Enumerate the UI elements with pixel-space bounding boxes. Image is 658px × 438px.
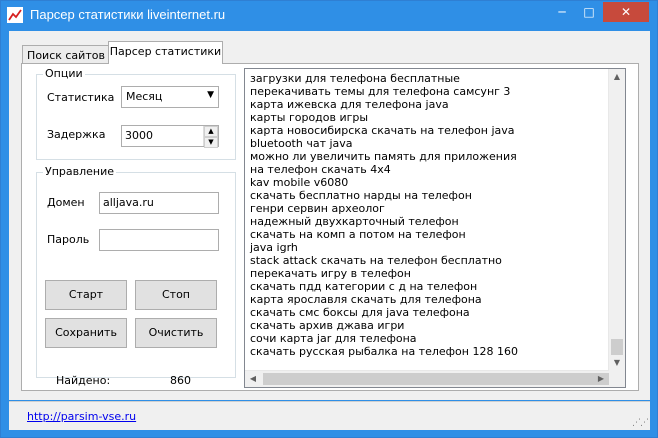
client-area: Поиск сайтов Парсер статистики Опции Ста… — [9, 31, 650, 400]
list-item[interactable]: скачать бесплатно нарды на телефон — [250, 189, 518, 202]
list-item[interactable]: bluetooth чат java — [250, 137, 518, 150]
chevron-down-icon: ▼ — [207, 90, 214, 100]
list-item[interactable]: карта ижевска для телефона java — [250, 98, 518, 111]
status-bar: http://parsim-vse.ru ⋰⋰ — [9, 401, 650, 430]
scroll-corner — [609, 371, 625, 387]
tab-search-sites[interactable]: Поиск сайтов — [22, 45, 110, 64]
list-item[interactable]: карта ярославля скачать для телефона — [250, 293, 518, 306]
found-label: Найдено: — [56, 374, 111, 387]
list-item[interactable]: генри сервин археолог — [250, 202, 518, 215]
maximize-button[interactable]: □ — [576, 2, 602, 22]
list-item[interactable]: stack attack скачать на телефон бесплатн… — [250, 254, 518, 267]
domain-label: Домен — [47, 196, 85, 209]
list-item[interactable]: загрузки для телефона бесплатные — [250, 72, 518, 85]
minimize-button[interactable]: ─ — [549, 2, 575, 22]
domain-value: alljava.ru — [103, 196, 154, 209]
tab-panel: Опции Статистика Месяц ▼ Задержка 3000 ▲… — [21, 63, 639, 391]
resize-grip-icon[interactable]: ⋰⋰ — [632, 418, 649, 428]
delay-stepper[interactable]: 3000 ▲ ▼ — [121, 125, 219, 148]
results-list[interactable]: загрузки для телефона бесплатные перекачи… — [244, 68, 626, 388]
window-title: Парсер статистики liveinternet.ru — [30, 7, 226, 22]
found-count: 860 — [170, 374, 191, 387]
caret-right-icon[interactable]: ▶ — [593, 371, 609, 387]
list-item[interactable]: скачать пдд категории с д на телефон — [250, 280, 518, 293]
caret-left-icon[interactable]: ◀ — [245, 371, 261, 387]
results-lines: загрузки для телефона бесплатные перекачи… — [250, 72, 518, 358]
vertical-scroll-thumb[interactable] — [611, 339, 623, 355]
delay-label: Задержка — [47, 128, 106, 141]
list-item[interactable]: перекачивать темы для телефона самсунг 3 — [250, 85, 518, 98]
password-label: Пароль — [47, 233, 90, 246]
chart-line-icon — [7, 7, 23, 23]
list-item[interactable]: надежный двухкарточный телефон — [250, 215, 518, 228]
list-item[interactable]: kav mobile v6080 — [250, 176, 518, 189]
title-bar[interactable]: Парсер статистики liveinternet.ru ─ □ ✕ — [1, 1, 657, 29]
list-item[interactable]: сочи карта jar для телефона — [250, 332, 518, 345]
control-legend: Управление — [43, 165, 117, 178]
close-button[interactable]: ✕ — [603, 2, 649, 22]
list-item[interactable]: карты городов игры — [250, 111, 518, 124]
stat-period-select[interactable]: Месяц ▼ — [121, 86, 219, 108]
delay-spinner: ▲ ▼ — [203, 126, 218, 148]
list-item[interactable]: на телефон скачать 4x4 — [250, 163, 518, 176]
options-legend: Опции — [43, 67, 85, 80]
options-group: Опции Статистика Месяц ▼ Задержка 3000 ▲… — [36, 67, 236, 160]
stop-button[interactable]: Стоп — [135, 280, 217, 310]
list-item[interactable]: скачать смс боксы для java телефона — [250, 306, 518, 319]
save-button[interactable]: Сохранить — [45, 318, 127, 348]
delay-value: 3000 — [125, 129, 153, 142]
tab-stats-parser[interactable]: Парсер статистики — [108, 41, 223, 64]
password-input[interactable] — [99, 229, 219, 251]
stat-label: Статистика — [47, 91, 115, 104]
caret-down-icon[interactable]: ▼ — [204, 137, 218, 148]
stat-period-value: Месяц — [126, 90, 163, 103]
clear-button[interactable]: Очистить — [135, 318, 217, 348]
start-button[interactable]: Старт — [45, 280, 127, 310]
list-item[interactable]: перекачать игру в телефон — [250, 267, 518, 280]
caret-up-icon[interactable]: ▲ — [204, 126, 218, 137]
list-item[interactable]: карта новосибирска скачать на телефон ja… — [250, 124, 518, 137]
list-item[interactable]: скачать русская рыбалка на телефон 128 1… — [250, 345, 518, 358]
caret-up-icon[interactable]: ▲ — [609, 69, 625, 85]
site-link[interactable]: http://parsim-vse.ru — [27, 410, 136, 423]
list-item[interactable]: можно ли увеличить память для приложения — [250, 150, 518, 163]
horizontal-scrollbar[interactable]: ◀ ▶ — [245, 370, 619, 387]
list-item[interactable]: java igrh — [250, 241, 518, 254]
app-window: Парсер статистики liveinternet.ru ─ □ ✕ … — [0, 0, 658, 438]
control-group: Управление Домен alljava.ru Пароль Старт… — [36, 165, 236, 378]
list-item[interactable]: скачать на комп а потом на телефон — [250, 228, 518, 241]
horizontal-scroll-thumb[interactable] — [263, 373, 619, 385]
domain-input[interactable]: alljava.ru — [99, 192, 219, 214]
vertical-scrollbar[interactable]: ▲ ▼ — [608, 69, 625, 371]
caret-down-icon[interactable]: ▼ — [609, 355, 625, 371]
list-item[interactable]: скачать архив джава игри — [250, 319, 518, 332]
